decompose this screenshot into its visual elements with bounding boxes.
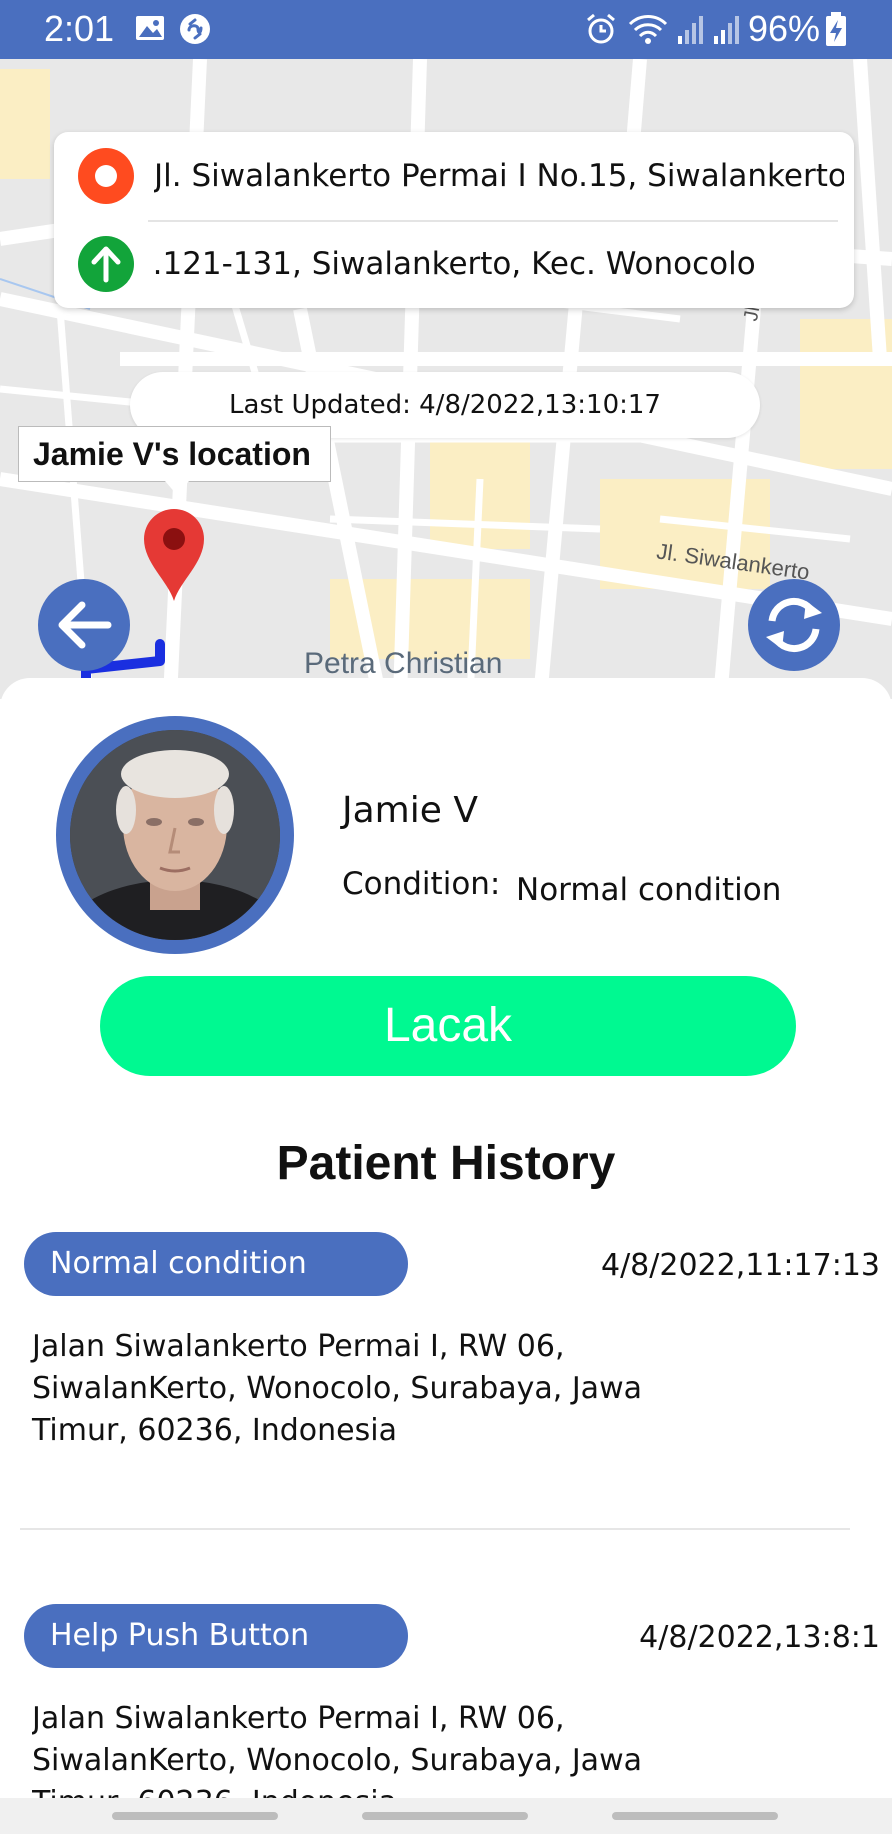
- status-bar: 2:01 96%: [0, 0, 892, 59]
- shazam-icon: [178, 12, 214, 46]
- history-address: Jalan Siwalankerto Permai I, RW 06, Siwa…: [32, 1329, 642, 1448]
- map-view[interactable]: Jl. Siwalankerto Jl. Ku Petra Christian …: [0, 59, 892, 699]
- battery-percent: 96%: [748, 8, 821, 49]
- map-pin-icon[interactable]: [142, 507, 206, 603]
- history-time: 4/8/2022,11:17:13: [600, 1248, 880, 1283]
- destination-row[interactable]: Jl. Siwalankerto No.121-131, Siwalankert…: [54, 220, 854, 308]
- gallery-icon: [134, 12, 170, 46]
- route-card: Jl. Siwalankerto Permai I No.15, Siwalan…: [54, 132, 854, 308]
- condition-label: Condition:: [342, 866, 501, 902]
- avatar: [56, 716, 294, 954]
- track-button[interactable]: Lacak: [100, 976, 796, 1076]
- origin-address: Jl. Siwalankerto Permai I No.15, Siwalan…: [154, 158, 844, 194]
- origin-marker-icon: [78, 148, 134, 204]
- callout-tail: [165, 481, 189, 495]
- divider: [20, 1528, 850, 1530]
- wifi-icon: [626, 12, 670, 46]
- battery-charging-icon: [824, 12, 848, 46]
- location-callout: Jamie V's location: [18, 426, 331, 482]
- refresh-button[interactable]: [748, 579, 840, 671]
- signal-icon: [674, 12, 710, 46]
- alarm-icon: [584, 12, 620, 46]
- refresh-icon: [766, 598, 822, 652]
- arrow-up-icon: [78, 236, 134, 292]
- status-badge: Help Push Button: [24, 1604, 408, 1668]
- history-title: Patient History: [276, 1137, 616, 1190]
- back-button[interactable]: [38, 579, 130, 671]
- status-badge: Normal condition: [24, 1232, 408, 1296]
- patient-name: Jamie V: [342, 790, 478, 831]
- condition-value: Normal condition: [516, 872, 782, 908]
- patient-photo: [70, 730, 280, 940]
- history-time: 4/8/2022,13:8:1: [639, 1620, 880, 1655]
- navigation-bar: [0, 1798, 892, 1834]
- nav-back-button[interactable]: [612, 1812, 778, 1820]
- place-label: Petra Christian: [304, 647, 503, 680]
- arrow-left-icon: [58, 601, 112, 649]
- status-time: 2:01: [44, 8, 115, 49]
- history-address: Jalan Siwalankerto Permai I, RW 06, Siwa…: [32, 1701, 642, 1798]
- nav-recents-button[interactable]: [112, 1812, 278, 1820]
- destination-address: Jl. Siwalankerto No.121-131, Siwalankert…: [154, 246, 756, 282]
- nav-home-button[interactable]: [362, 1812, 528, 1820]
- signal-icon: [710, 12, 746, 46]
- origin-row[interactable]: Jl. Siwalankerto Permai I No.15, Siwalan…: [54, 132, 854, 220]
